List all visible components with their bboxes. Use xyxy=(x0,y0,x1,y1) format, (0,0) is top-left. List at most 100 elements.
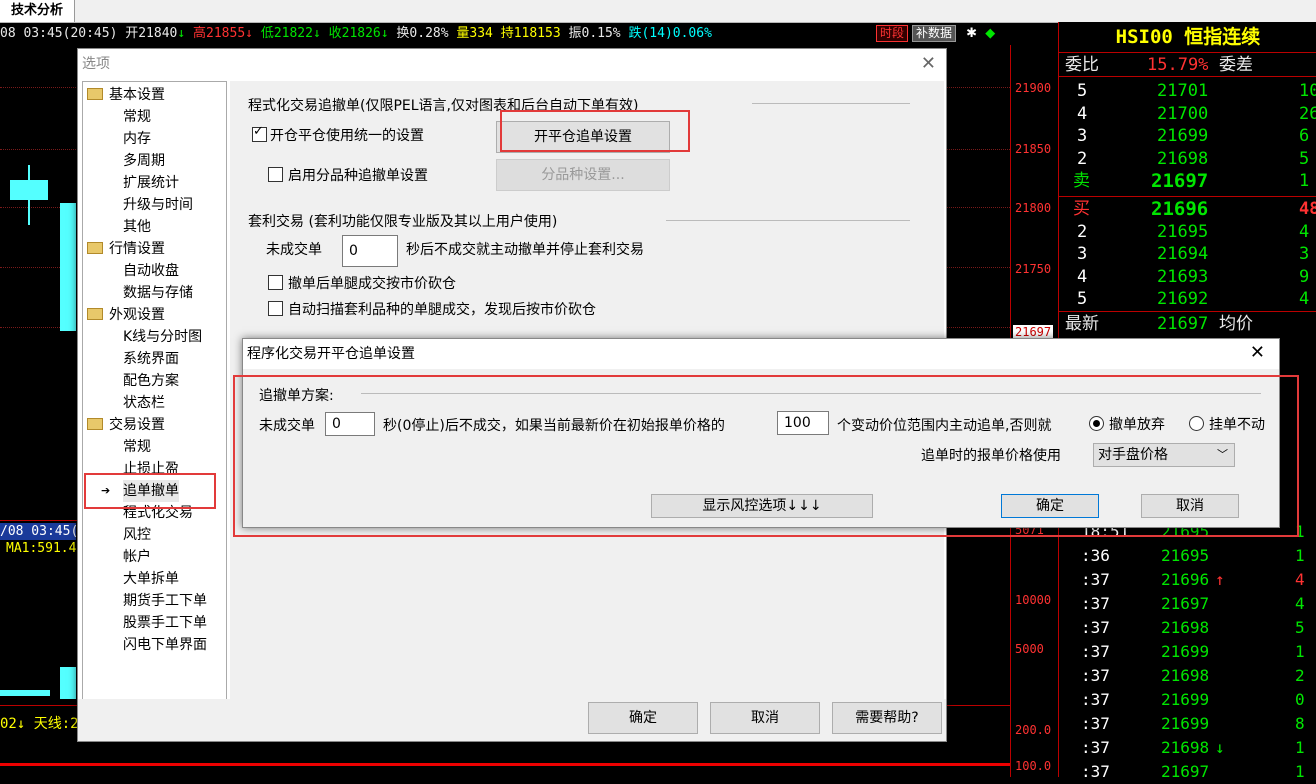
options-help-button[interactable]: 需要帮助? xyxy=(832,702,942,734)
folder-icon xyxy=(87,88,103,100)
fill-data-button[interactable]: 补数据 xyxy=(912,25,957,42)
bid-row[interactable]: 2 21695 4 xyxy=(1059,221,1316,243)
tree-item[interactable]: 常规 xyxy=(123,106,151,128)
level-price: 21698 xyxy=(1157,148,1209,169)
bid-row[interactable]: 4 21693 9 xyxy=(1059,266,1316,288)
highlight-open-close-button xyxy=(500,110,690,152)
level-price: 21696 xyxy=(1151,198,1209,220)
bid-row[interactable]: 买 21696 48 xyxy=(1059,198,1316,220)
tree-label: 交易设置 xyxy=(109,417,165,433)
ask-row[interactable]: 卖 21697 1 xyxy=(1059,170,1316,192)
avg-label: 均价 xyxy=(1219,314,1253,334)
quote-title: HSI00 恒指连续 xyxy=(1059,22,1316,53)
tick-price: 21695 xyxy=(1161,546,1210,565)
ask-row[interactable]: 4 21700 26 xyxy=(1059,103,1316,125)
scan-leg-checkbox[interactable] xyxy=(268,301,283,316)
arb-seconds-input[interactable]: 0 xyxy=(342,235,398,267)
options-titlebar: 选项 xyxy=(78,49,946,79)
ratio-row: 委比 15.79% 委差 xyxy=(1059,54,1316,77)
tree-item[interactable]: 扩展统计 xyxy=(123,172,179,194)
per-product-label: 启用分品种追撤单设置 xyxy=(288,168,428,184)
ma-label: MA1:591.4 xyxy=(6,541,77,556)
tree-item[interactable]: 常规 xyxy=(123,436,151,458)
level-volume: 5 xyxy=(1299,148,1310,169)
ask-row[interactable]: 2 21698 5 xyxy=(1059,148,1316,170)
tree-item[interactable]: 帐户 xyxy=(123,546,151,568)
tree-item[interactable]: 数据与存储 xyxy=(123,282,193,304)
sub-close-icon[interactable]: ✕ xyxy=(1250,342,1265,363)
clock-icon[interactable]: ✱ xyxy=(966,26,977,41)
bid-row[interactable]: 3 21694 3 xyxy=(1059,243,1316,265)
tree-item[interactable]: 期货手工下单 xyxy=(123,590,207,612)
tree-label: 扩展统计 xyxy=(123,175,179,191)
tick-row: :37 21699 1 xyxy=(1059,640,1316,664)
level-label: 3 xyxy=(1077,244,1088,264)
ratio-value: 15.79% xyxy=(1147,55,1209,75)
unified-label: 开仓平仓使用统一的设置 xyxy=(270,128,424,144)
options-ok-button[interactable]: 确定 xyxy=(588,702,698,734)
tree-item[interactable]: 配色方案 xyxy=(123,370,179,392)
options-cancel-button[interactable]: 取消 xyxy=(710,702,820,734)
tree-item[interactable]: 状态栏 xyxy=(123,392,165,414)
level-volume: 26 xyxy=(1299,103,1316,124)
per-product-settings-button[interactable]: 分品种设置... xyxy=(496,159,670,191)
tick-volume: 2 xyxy=(1295,666,1305,685)
tree-item[interactable]: 其他 xyxy=(123,216,151,238)
ask-row[interactable]: 3 21699 6 xyxy=(1059,125,1316,147)
candle-wick xyxy=(28,165,30,225)
ask-row[interactable]: 5 21701 10 xyxy=(1059,80,1316,102)
close-icon[interactable]: ✕ xyxy=(921,53,936,74)
tick-volume: 1 xyxy=(1295,738,1305,757)
folder-icon xyxy=(87,308,103,320)
tick-time: :37 xyxy=(1081,738,1110,757)
tree-label: 配色方案 xyxy=(123,373,179,389)
level-price: 21695 xyxy=(1157,221,1209,242)
tree-item[interactable]: 风控 xyxy=(123,524,151,546)
tree-folder[interactable]: 基本设置 xyxy=(87,84,165,106)
volume-bar xyxy=(0,690,50,696)
unified-checkbox[interactable] xyxy=(252,124,267,142)
tick-volume: 0 xyxy=(1295,690,1305,709)
diamond-icon[interactable]: ◆ xyxy=(985,26,995,41)
tick-price: 21697 xyxy=(1161,594,1210,613)
info-open: 开21840 xyxy=(125,26,178,41)
tree-item[interactable]: 闪电下单界面 xyxy=(123,634,207,656)
tree-folder[interactable]: 外观设置 xyxy=(87,304,165,326)
tree-item[interactable]: 内存 xyxy=(123,128,151,150)
tick-volume: 5 xyxy=(1295,618,1305,637)
tree-item[interactable]: 多周期 xyxy=(123,150,165,172)
bottom-red-line xyxy=(0,763,1010,766)
bid-row[interactable]: 5 21692 4 xyxy=(1059,288,1316,310)
tick-row: :36 21695 1 xyxy=(1059,544,1316,568)
tree-folder[interactable]: 行情设置 xyxy=(87,238,165,260)
period-button[interactable]: 时段 xyxy=(876,25,909,42)
arb-unfilled-label: 未成交单 xyxy=(266,242,322,258)
tree-item[interactable]: K线与分时图 xyxy=(123,326,202,348)
tab-technical-analysis[interactable]: 技术分析 xyxy=(0,0,75,22)
level-volume: 10 xyxy=(1299,81,1316,101)
info-low: 低21822 xyxy=(260,26,313,41)
tick-price: 21699 xyxy=(1161,690,1210,709)
cancel-leg-checkbox[interactable] xyxy=(268,275,283,290)
tree-item[interactable]: 升级与时间 xyxy=(123,194,193,216)
per-product-checkbox[interactable] xyxy=(268,167,283,182)
tick-volume: 1 xyxy=(1295,546,1305,565)
info-volume: 量334 xyxy=(456,26,493,41)
section-arbitrage-title: 套利交易 (套利功能仅限专业版及其以上用户使用) xyxy=(248,214,558,230)
tree-label: 期货手工下单 xyxy=(123,593,207,609)
y-tick: 100.0 xyxy=(1015,759,1052,773)
tree-item[interactable]: 自动收盘 xyxy=(123,260,179,282)
tree-item[interactable]: 股票手工下单 xyxy=(123,612,207,634)
y-tick: 21750 xyxy=(1015,262,1052,276)
tree-item[interactable]: 大单拆单 xyxy=(123,568,179,590)
tree-label: 升级与时间 xyxy=(123,197,193,213)
tick-time: :37 xyxy=(1081,666,1110,685)
tick-price: 21696 xyxy=(1161,570,1210,589)
tick-row: :37 21699 0 xyxy=(1059,688,1316,712)
candle xyxy=(60,203,76,331)
info-buttons: 时段 补数据 ✱ ◆ xyxy=(872,25,995,42)
tick-price: 21698 xyxy=(1161,738,1210,757)
level-label: 2 xyxy=(1077,148,1088,169)
tree-folder[interactable]: 交易设置 xyxy=(87,414,165,436)
tree-item[interactable]: 系统界面 xyxy=(123,348,179,370)
